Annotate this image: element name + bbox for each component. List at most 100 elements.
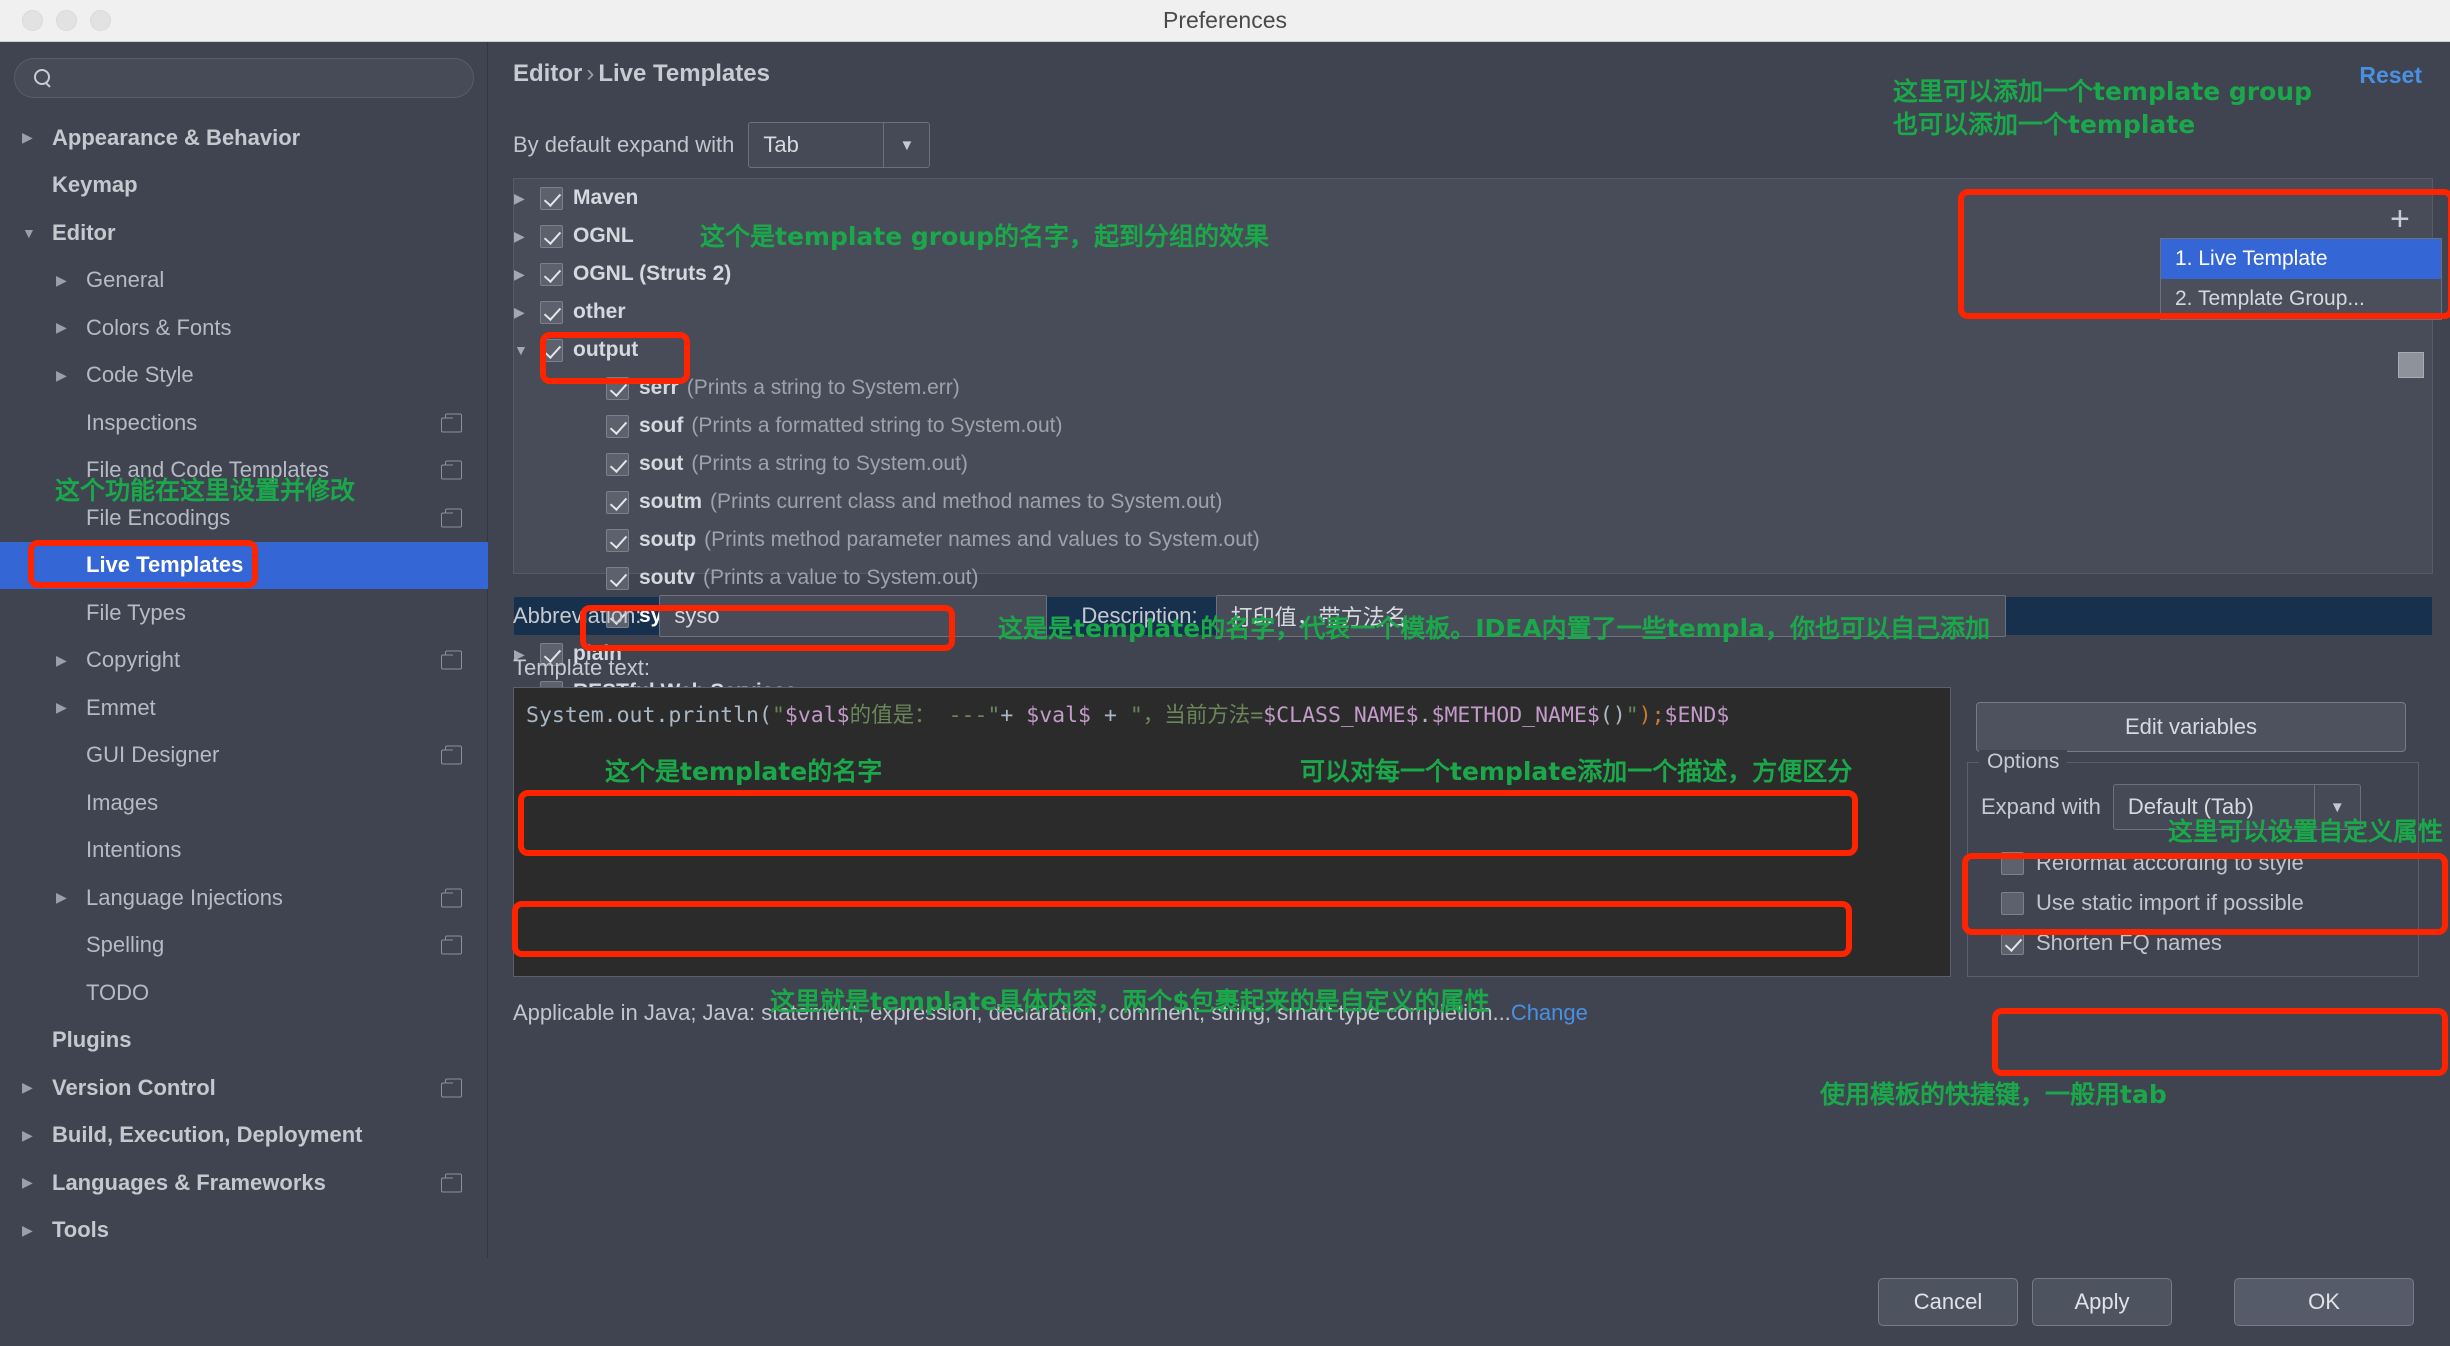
checkbox-icon[interactable] [540, 224, 563, 248]
sidebar-item-intentions[interactable]: ▶Intentions [0, 827, 488, 875]
chevron-right-icon[interactable]: ▶ [56, 319, 78, 336]
chevron-right-icon[interactable]: ▶ [514, 228, 540, 245]
add-template-menu[interactable]: 1. Live Template 2. Template Group... [2160, 238, 2442, 320]
annotation-text: 这个是template的名字 [605, 757, 883, 786]
sidebar-item-spelling[interactable]: ▶Spelling [0, 922, 488, 970]
sidebar-item-language-injections[interactable]: ▶ Language Injections [0, 874, 488, 922]
sidebar-item-keymap[interactable]: ▶Keymap [0, 162, 488, 210]
option-reformat[interactable]: Reformat according to style [2001, 850, 2304, 876]
chevron-right-icon[interactable]: ▶ [22, 129, 44, 146]
checkbox-icon[interactable] [540, 300, 563, 324]
checkbox-icon[interactable] [606, 566, 629, 590]
applicable-change-link[interactable]: Change [1511, 1000, 1588, 1025]
copy-settings-icon[interactable] [441, 413, 462, 433]
chevron-right-icon[interactable]: ▶ [56, 272, 78, 289]
option-shorten-fq[interactable]: Shorten FQ names [2001, 930, 2222, 956]
annotation-text: 使用模板的快捷键，一般用tab [1820, 1080, 2167, 1109]
copy-settings-icon[interactable] [441, 888, 462, 908]
sidebar-item-appearance-behavior[interactable]: ▶ Appearance & Behavior [0, 114, 488, 162]
template-row[interactable]: ▶soutp(Prints method parameter names and… [514, 521, 2432, 559]
chevron-right-icon[interactable]: ▶ [22, 1127, 44, 1144]
sidebar-item-emmet[interactable]: ▶ Emmet [0, 684, 488, 732]
template-row[interactable]: ▶soutm(Prints current class and method n… [514, 483, 2432, 521]
template-group-row[interactable]: ▶ Maven [514, 179, 2432, 217]
chevron-right-icon[interactable]: ▶ [56, 652, 78, 669]
template-name: serr [639, 376, 679, 399]
template-group-row[interactable]: ▶ OGNL (Struts 2) [514, 255, 2432, 293]
default-expand-select[interactable]: Tab ▼ [748, 122, 931, 168]
template-group-row[interactable]: ▶ other [514, 293, 2432, 331]
apply-button[interactable]: Apply [2032, 1278, 2172, 1326]
edit-variables-button[interactable]: Edit variables [1976, 702, 2406, 752]
sidebar-item-live-templates[interactable]: ▶Live Templates [0, 541, 488, 589]
checkbox-icon[interactable] [540, 186, 563, 210]
template-group-row[interactable]: ▼ output [514, 331, 2432, 369]
checkbox-icon[interactable] [2001, 891, 2024, 915]
chevron-right-icon[interactable]: ▶ [22, 1079, 44, 1096]
reset-link[interactable]: Reset [2359, 62, 2422, 89]
sidebar-item-version-control[interactable]: ▶ Version Control [0, 1064, 488, 1112]
search-input[interactable] [53, 67, 473, 89]
sidebar-item-copyright[interactable]: ▶ Copyright [0, 637, 488, 685]
sidebar-item-tools[interactable]: ▶ Tools [0, 1207, 488, 1255]
chevron-right-icon[interactable]: ▶ [56, 367, 78, 384]
sidebar-item-todo[interactable]: ▶TODO [0, 969, 488, 1017]
checkbox-icon[interactable] [606, 490, 629, 514]
copy-settings-icon[interactable] [441, 650, 462, 670]
copy-template-icon[interactable] [2398, 352, 2424, 378]
menu-item-template-group[interactable]: 2. Template Group... [2161, 279, 2441, 319]
chevron-down-icon[interactable]: ▼ [22, 225, 44, 241]
copy-settings-icon[interactable] [441, 508, 462, 528]
sidebar-item-editor[interactable]: ▼ Editor [0, 209, 488, 257]
chevron-right-icon[interactable]: ▶ [56, 889, 78, 906]
checkbox-icon[interactable] [540, 338, 563, 362]
sidebar-item-plugins[interactable]: ▶Plugins [0, 1017, 488, 1065]
abbreviation-input[interactable]: syso [659, 595, 1048, 637]
checkbox-icon[interactable] [606, 376, 629, 400]
template-row[interactable]: ▶serr(Prints a string to System.err) [514, 369, 2432, 407]
chevron-right-icon[interactable]: ▶ [514, 190, 540, 207]
copy-settings-icon[interactable] [441, 745, 462, 765]
sidebar-item-build-execution-deployment[interactable]: ▶ Build, Execution, Deployment [0, 1112, 488, 1160]
copy-settings-icon[interactable] [441, 935, 462, 955]
sidebar-item-inspections[interactable]: ▶Inspections [0, 399, 488, 447]
code-token: $val$ [784, 703, 850, 728]
sidebar-item-languages-frameworks[interactable]: ▶ Languages & Frameworks [0, 1159, 488, 1207]
checkbox-icon[interactable] [606, 414, 629, 438]
cancel-button[interactable]: Cancel [1878, 1278, 2018, 1326]
template-row[interactable]: ▶soutv(Prints a value to System.out) [514, 559, 2432, 597]
sidebar-item-images[interactable]: ▶Images [0, 779, 488, 827]
chevron-right-icon[interactable]: ▶ [514, 304, 540, 321]
copy-settings-icon[interactable] [441, 1078, 462, 1098]
sidebar-item-gui-designer[interactable]: ▶GUI Designer [0, 732, 488, 780]
copy-settings-icon[interactable] [441, 460, 462, 480]
copy-settings-icon[interactable] [441, 1173, 462, 1193]
sidebar-search[interactable] [14, 58, 474, 98]
menu-item-live-template[interactable]: 1. Live Template [2161, 239, 2441, 279]
checkbox-icon[interactable] [540, 262, 563, 286]
chevron-right-icon[interactable]: ▶ [56, 699, 78, 716]
template-description: (Prints a string to System.out) [691, 452, 968, 475]
checkbox-icon[interactable] [2001, 931, 2024, 955]
breadcrumb-root[interactable]: Editor [513, 60, 582, 87]
ok-button[interactable]: OK [2234, 1278, 2414, 1326]
template-row[interactable]: ▶souf(Prints a formatted string to Syste… [514, 407, 2432, 445]
chevron-down-icon[interactable]: ▼ [514, 342, 540, 358]
option-static-import[interactable]: Use static import if possible [2001, 890, 2304, 916]
sidebar-item-code-style[interactable]: ▶ Code Style [0, 352, 488, 400]
add-template-button[interactable]: + [2390, 200, 2410, 239]
checkbox-icon[interactable] [606, 452, 629, 476]
template-row[interactable]: ▶sout(Prints a string to System.out) [514, 445, 2432, 483]
sidebar-item-file-types[interactable]: ▶File Types [0, 589, 488, 637]
annotation-text: 这个是template group的名字，起到分组的效果 [700, 222, 1269, 251]
sidebar-item-colors-fonts[interactable]: ▶ Colors & Fonts [0, 304, 488, 352]
sidebar-item-general[interactable]: ▶ General [0, 257, 488, 305]
chevron-right-icon[interactable]: ▶ [22, 1222, 44, 1239]
chevron-right-icon[interactable]: ▶ [514, 266, 540, 283]
template-text-editor[interactable]: System.out.println("$val$的值是： ---"+ $val… [513, 687, 1951, 977]
chevron-right-icon[interactable]: ▶ [22, 1174, 44, 1191]
checkbox-icon[interactable] [606, 528, 629, 552]
chevron-down-icon[interactable]: ▼ [883, 123, 929, 167]
sidebar-item-label: Images [86, 789, 159, 815]
checkbox-icon[interactable] [2001, 851, 2024, 875]
